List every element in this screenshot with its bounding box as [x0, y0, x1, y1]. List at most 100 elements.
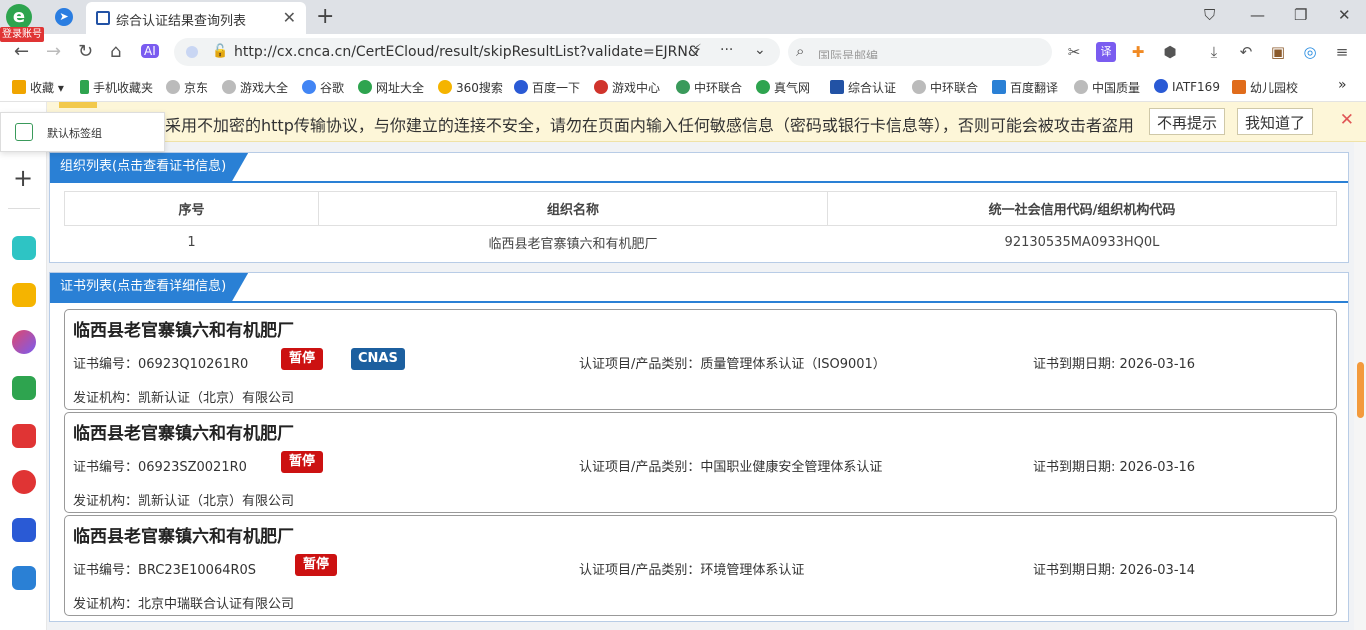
cert-item: 认证项目/产品类别：质量管理体系认证（ISO9001）: [579, 357, 886, 372]
cert-card[interactable]: 临西县老官寨镇六和有机肥厂 证书编号：06923Q10261R0 暂停 CNAS…: [64, 309, 1337, 410]
bookmark-item[interactable]: IATF169: [1154, 79, 1220, 94]
bookmark-item[interactable]: 手机收藏夹: [80, 79, 153, 96]
insecure-warning-bar: 采用不加密的http传输协议，与你建立的连接不安全，请勿在页面内输入任何敏感信息…: [47, 102, 1366, 142]
ai-assistant-icon[interactable]: [12, 330, 36, 354]
search-placeholder[interactable]: 国际是邮编: [818, 47, 878, 59]
bookmark-item[interactable]: 百度一下: [514, 79, 580, 96]
more-icon[interactable]: ···: [720, 42, 733, 58]
briefcase-icon[interactable]: ▣: [1268, 42, 1288, 62]
cert-expiry: 证书到期日期: 2026-03-16: [1033, 460, 1196, 475]
minimize-icon[interactable]: —: [1250, 6, 1265, 24]
bookmark-item[interactable]: 游戏大全: [222, 79, 288, 96]
table-row[interactable]: 1 临西县老官寨镇六和有机肥厂 92130535MA0933HQ0L: [65, 226, 1337, 260]
ai-pdf-icon[interactable]: [12, 424, 36, 448]
add-icon[interactable]: +: [13, 164, 33, 192]
home-icon[interactable]: ⌂: [110, 41, 121, 62]
column-header: 序号: [64, 191, 319, 226]
search-field[interactable]: ⌕ 国际是邮编: [788, 38, 1052, 66]
bookmark-item[interactable]: 中环联合: [676, 79, 742, 96]
ai-note-icon[interactable]: [12, 518, 36, 542]
got-it-button[interactable]: 我知道了: [1237, 108, 1314, 135]
new-tab-button[interactable]: +: [316, 4, 334, 29]
warning-stripe: [59, 102, 97, 108]
site-info-icon[interactable]: [186, 46, 198, 58]
url-text[interactable]: http://cx.cnca.cn/CertECloud/result/skip…: [234, 44, 699, 60]
more-bookmarks-icon[interactable]: »: [1338, 77, 1347, 93]
ai-icon[interactable]: AI: [141, 44, 159, 58]
cert-number: 证书编号：BRC23E10064R0S: [73, 563, 257, 578]
scrollbar-thumb[interactable]: [1357, 362, 1364, 418]
bookmark-item[interactable]: 中国质量: [1074, 79, 1140, 96]
bookmarks-bar: 收藏 ▾ 手机收藏夹 京东 游戏大全 谷歌 网址大全 360搜索 百度一下 游戏…: [0, 70, 1366, 102]
game-icon[interactable]: ✚: [1128, 42, 1148, 62]
cert-issuer: 发证机构：北京中瑞联合认证有限公司: [73, 597, 295, 612]
undo-icon[interactable]: ↶: [1236, 42, 1256, 62]
star-icon[interactable]: [12, 283, 36, 307]
bookmark-item[interactable]: 谷歌: [302, 79, 344, 96]
insecure-lock-icon[interactable]: 🔓: [212, 44, 228, 59]
panel-header: 证书列表(点击查看详细信息): [50, 273, 1348, 303]
cert-card[interactable]: 临西县老官寨镇六和有机肥厂 证书编号：06923SZ0021R0 暂停 认证项目…: [64, 412, 1337, 513]
tab-active[interactable]: 综合认证结果查询列表 ✕: [86, 2, 306, 34]
forward-icon[interactable]: →: [46, 41, 61, 62]
cnas-badge: CNAS: [351, 348, 405, 370]
pinned-tab-icon[interactable]: ➤: [55, 8, 73, 26]
tab-close-icon[interactable]: ✕: [283, 8, 296, 27]
ai-image-icon[interactable]: [12, 376, 36, 400]
url-field[interactable]: 🔓 http://cx.cnca.cn/CertECloud/result/sk…: [174, 38, 780, 66]
sync-icon[interactable]: ◎: [1300, 42, 1320, 62]
bookmark-item[interactable]: 收藏 ▾: [12, 79, 64, 96]
bookmark-item[interactable]: 百度翻译: [992, 79, 1058, 96]
dont-remind-button[interactable]: 不再提示: [1149, 108, 1226, 135]
cell-index[interactable]: 1: [65, 226, 319, 260]
app-plus-icon[interactable]: [12, 236, 36, 260]
cert-issuer: 发证机构：凯新认证（北京）有限公司: [73, 391, 295, 406]
default-tab-group-label[interactable]: 默认标签组: [47, 125, 102, 141]
home-icon: [15, 123, 33, 141]
cert-number: 证书编号：06923Q10261R0: [73, 357, 249, 372]
scissors-icon[interactable]: ✂: [1064, 42, 1084, 62]
close-warning-icon[interactable]: ✕: [1340, 110, 1354, 130]
bookmark-item[interactable]: 游戏中心: [594, 79, 660, 96]
bookmark-item[interactable]: 幼儿园校: [1232, 79, 1298, 96]
column-header: 组织名称: [318, 191, 828, 226]
bookmark-item[interactable]: 京东: [166, 79, 208, 96]
ai-doc-icon[interactable]: [12, 566, 36, 590]
bookmark-item[interactable]: 360搜索: [438, 79, 503, 96]
extension-icon[interactable]: ⬢: [1160, 42, 1180, 62]
back-icon[interactable]: ←: [14, 41, 29, 62]
login-badge[interactable]: 登录账号: [0, 27, 44, 42]
cert-expiry: 证书到期日期: 2026-03-16: [1033, 357, 1196, 372]
tab-group-popup[interactable]: 默认标签组: [0, 112, 165, 152]
status-badge: 暂停: [295, 554, 338, 576]
cert-card[interactable]: 临西县老官寨镇六和有机肥厂 证书编号：BRC23E10064R0S 暂停 认证项…: [64, 515, 1337, 616]
shirt-icon[interactable]: ⛉: [1204, 6, 1215, 24]
org-table: 序号 组织名称 统一社会信用代码/组织机构代码 1 临西县老官寨镇六和有机肥厂 …: [64, 191, 1337, 260]
cert-org-name[interactable]: 临西县老官寨镇六和有机肥厂: [73, 522, 294, 547]
lightning-icon[interactable]: ⚡: [692, 42, 702, 58]
translate-icon[interactable]: 译: [1096, 42, 1116, 62]
bookmark-item[interactable]: 综合认证: [830, 79, 896, 96]
reload-icon[interactable]: ↻: [78, 41, 93, 62]
download-icon[interactable]: ⤓: [1204, 42, 1224, 62]
restore-icon[interactable]: ❐: [1294, 6, 1307, 24]
cert-panel-title: 证书列表(点击查看详细信息): [50, 273, 248, 301]
menu-icon[interactable]: ≡: [1332, 42, 1352, 62]
warning-text: 采用不加密的http传输协议，与你建立的连接不安全，请勿在页面内输入任何敏感信息…: [165, 116, 1134, 135]
status-badge: 暂停: [281, 451, 324, 473]
divider: [8, 208, 40, 209]
cert-org-name[interactable]: 临西县老官寨镇六和有机肥厂: [73, 419, 294, 444]
bookmark-item[interactable]: 网址大全: [358, 79, 424, 96]
cell-org-name[interactable]: 临西县老官寨镇六和有机肥厂: [319, 226, 828, 260]
cert-org-name[interactable]: 临西县老官寨镇六和有机肥厂: [73, 316, 294, 341]
bookmark-item[interactable]: 真气网: [756, 79, 810, 96]
ai-video-icon[interactable]: [12, 470, 36, 494]
page-scrollbar[interactable]: [1354, 142, 1366, 630]
search-icon: ⌕: [796, 42, 805, 60]
cell-credit-code[interactable]: 92130535MA0933HQ0L: [828, 226, 1337, 260]
chevron-down-icon[interactable]: ⌄: [754, 42, 766, 58]
cert-issuer: 发证机构：凯新认证（北京）有限公司: [73, 494, 295, 509]
close-window-icon[interactable]: ✕: [1338, 6, 1351, 24]
status-badge: 暂停: [281, 348, 324, 370]
bookmark-item[interactable]: 中环联合: [912, 79, 978, 96]
